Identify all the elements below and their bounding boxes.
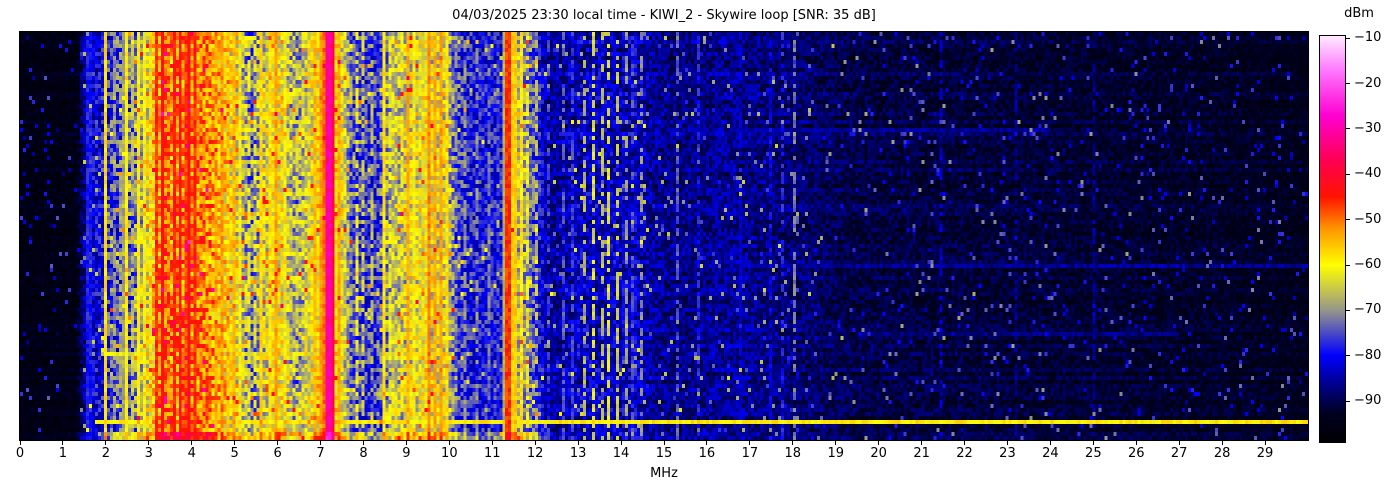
x-tick-label: 10	[432, 446, 466, 461]
x-tick-label: 6	[261, 446, 295, 461]
x-tick-label: 9	[389, 446, 423, 461]
x-tick-label: 29	[1248, 446, 1282, 461]
waterfall-plot-area	[19, 31, 1309, 441]
x-tick-mark	[878, 441, 879, 445]
x-tick-label: 12	[518, 446, 552, 461]
x-tick-mark	[835, 441, 836, 445]
x-tick-label: 25	[1076, 446, 1110, 461]
colorbar-tick-label: −20	[1354, 76, 1398, 91]
x-tick-mark	[535, 441, 536, 445]
x-tick-label: 22	[948, 446, 982, 461]
colorbar-tick-mark	[1346, 265, 1350, 266]
x-tick-mark	[578, 441, 579, 445]
colorbar-tick-label: −10	[1354, 30, 1398, 45]
x-tick-mark	[406, 441, 407, 445]
colorbar-label: dBm	[1334, 6, 1384, 22]
x-tick-label: 14	[604, 446, 638, 461]
x-tick-label: 5	[218, 446, 252, 461]
x-tick-mark	[964, 441, 965, 445]
x-tick-mark	[792, 441, 793, 445]
x-tick-mark	[148, 441, 149, 445]
colorbar-tick-mark	[1346, 219, 1350, 220]
x-tick-mark	[449, 441, 450, 445]
colorbar-tick-mark	[1346, 128, 1350, 129]
waterfall-heatmap	[20, 32, 1308, 440]
x-tick-label: 1	[46, 446, 80, 461]
x-tick-label: 17	[733, 446, 767, 461]
x-tick-mark	[621, 441, 622, 445]
x-tick-mark	[1179, 441, 1180, 445]
x-tick-mark	[921, 441, 922, 445]
x-tick-label: 7	[304, 446, 338, 461]
x-tick-label: 18	[776, 446, 810, 461]
x-tick-label: 8	[346, 446, 380, 461]
x-tick-label: 2	[89, 446, 123, 461]
x-tick-mark	[749, 441, 750, 445]
x-tick-label: 27	[1162, 446, 1196, 461]
x-tick-mark	[320, 441, 321, 445]
x-tick-mark	[277, 441, 278, 445]
colorbar-tick-label: −60	[1354, 257, 1398, 272]
x-axis-label: MHz	[20, 466, 1308, 481]
x-tick-mark	[363, 441, 364, 445]
x-tick-mark	[1007, 441, 1008, 445]
x-tick-label: 20	[862, 446, 896, 461]
colorbar-tick-label: −80	[1354, 348, 1398, 363]
x-tick-label: 13	[561, 446, 595, 461]
x-tick-mark	[234, 441, 235, 445]
x-tick-label: 11	[475, 446, 509, 461]
x-tick-mark	[20, 441, 21, 445]
x-tick-mark	[706, 441, 707, 445]
x-tick-label: 4	[175, 446, 209, 461]
colorbar-tick-mark	[1346, 310, 1350, 311]
colorbar-tick-label: −70	[1354, 302, 1398, 317]
x-tick-label: 23	[990, 446, 1024, 461]
colorbar-tick-label: −40	[1354, 166, 1398, 181]
colorbar-tick-mark	[1346, 83, 1350, 84]
x-tick-label: 24	[1033, 446, 1067, 461]
x-tick-mark	[1136, 441, 1137, 445]
x-tick-label: 26	[1119, 446, 1153, 461]
x-tick-mark	[62, 441, 63, 445]
x-tick-label: 19	[819, 446, 853, 461]
chart-title: 04/03/2025 23:30 local time - KIWI_2 - S…	[20, 8, 1308, 24]
waterfall-figure: 04/03/2025 23:30 local time - KIWI_2 - S…	[0, 0, 1400, 500]
colorbar-tick-mark	[1346, 401, 1350, 402]
colorbar-tick-label: −30	[1354, 121, 1398, 136]
x-tick-mark	[492, 441, 493, 445]
colorbar-tick-mark	[1346, 38, 1350, 39]
x-tick-mark	[1265, 441, 1266, 445]
x-tick-mark	[105, 441, 106, 445]
colorbar	[1319, 35, 1346, 443]
x-tick-mark	[1093, 441, 1094, 445]
colorbar-tick-label: −50	[1354, 212, 1398, 227]
x-tick-label: 16	[690, 446, 724, 461]
x-tick-mark	[1222, 441, 1223, 445]
x-tick-mark	[1050, 441, 1051, 445]
x-tick-label: 0	[3, 446, 37, 461]
x-tick-label: 28	[1205, 446, 1239, 461]
x-tick-mark	[664, 441, 665, 445]
x-tick-mark	[191, 441, 192, 445]
x-tick-label: 3	[132, 446, 166, 461]
colorbar-tick-mark	[1346, 355, 1350, 356]
colorbar-gradient	[1320, 36, 1345, 442]
colorbar-tick-mark	[1346, 174, 1350, 175]
colorbar-tick-label: −90	[1354, 393, 1398, 408]
x-tick-label: 15	[647, 446, 681, 461]
x-tick-label: 21	[905, 446, 939, 461]
